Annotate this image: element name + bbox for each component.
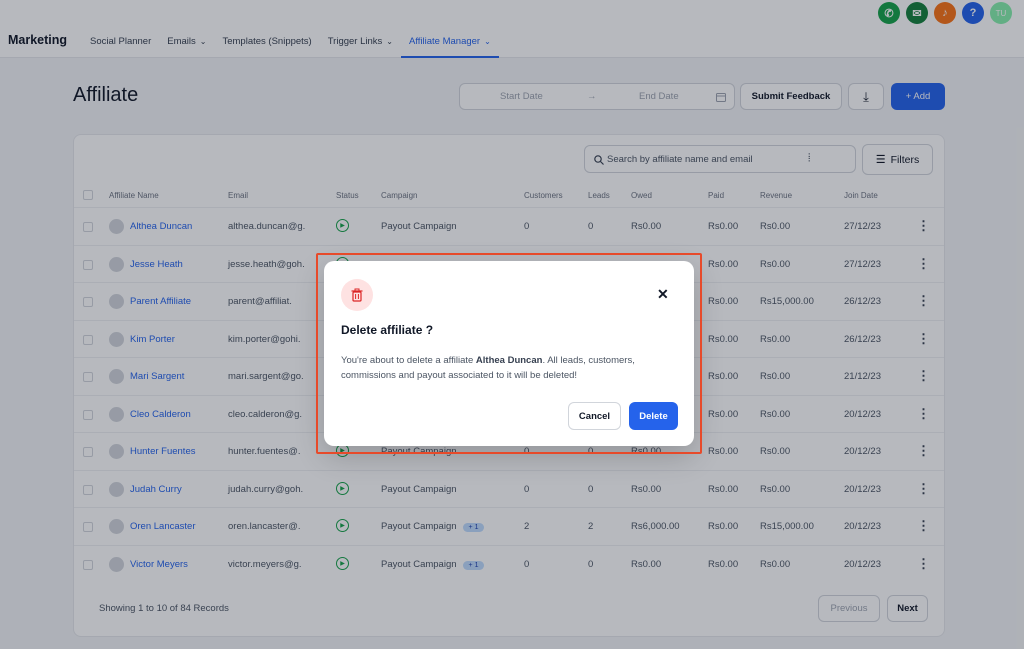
highlight-frame — [316, 253, 702, 454]
